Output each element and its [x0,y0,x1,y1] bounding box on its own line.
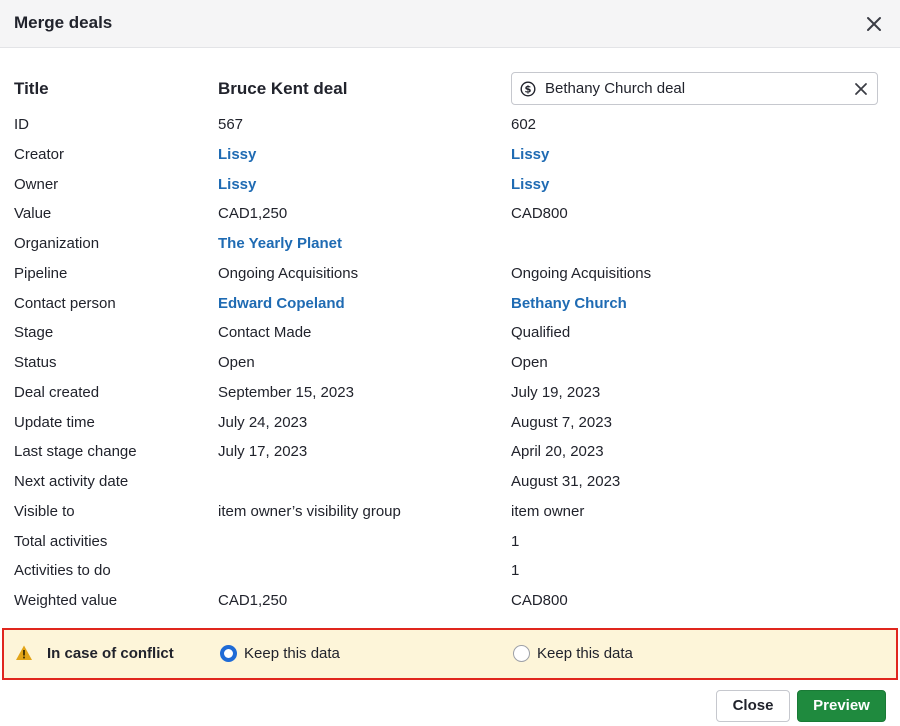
right-value: CAD800 [511,592,568,609]
field-row: Weighted value CAD1,250 CAD800 [0,586,900,616]
field-row: Last stage change July 17, 2023 April 20, … [0,437,900,467]
close-icon[interactable] [862,12,886,36]
field-label: Total activities [14,532,108,550]
keep-left-label: Keep this data [244,645,340,662]
left-value-link[interactable]: The Yearly Planet [218,229,342,259]
radio-unselected[interactable] [513,645,530,662]
field-label: Owner [14,175,59,193]
preview-button[interactable]: Preview [797,690,886,722]
right-value: Qualified [511,324,571,342]
field-row: Organization The Yearly Planet [0,229,900,259]
field-row: Pipeline Ongoing Acquisitions Ongoing Acqu… [0,259,900,289]
warning-icon [16,645,32,660]
field-label: Stage [14,324,54,342]
field-row: Contact person Edward Copeland Bethany Chu… [0,289,900,319]
field-row: Next activity date August 31, 2023 [0,467,900,497]
left-value-link[interactable]: Lissy [218,170,256,200]
close-button[interactable]: Close [716,690,790,722]
right-value: item owner [511,502,585,520]
dialog-header: Merge deals [0,0,900,48]
radio-selected[interactable] [220,645,237,662]
clear-icon[interactable] [852,80,870,98]
field-label: Deal created [14,383,100,401]
field-row: Status Open Open [0,348,900,378]
field-row: Update time July 24, 2023 August 7, 2023 [0,408,900,438]
left-value: Contact Made [218,324,312,342]
left-value: Ongoing Acquisitions [218,264,359,282]
right-value-link[interactable]: Lissy [511,170,549,200]
field-label: Visible to [14,502,75,520]
right-deal-value: Bethany Church deal [545,80,686,97]
field-label: Creator [14,145,65,163]
field-label: Organization [14,235,100,252]
field-header: Title [14,79,49,98]
field-label: ID [14,116,29,133]
right-value: August 7, 2023 [511,413,612,431]
field-label: Activities to do [14,562,111,580]
left-value: July 24, 2023 [218,413,308,431]
field-label: Next activity date [14,473,129,490]
field-label: Update time [14,413,95,431]
left-value: September 15, 2023 [218,383,354,401]
left-value: July 17, 2023 [218,443,308,461]
field-row: Visible to item owner’s visibility group i… [0,497,900,527]
field-label: Contact person [14,294,116,312]
field-row: Stage Contact Made Qualified [0,318,900,348]
field-row: Activities to do 1 [0,556,900,586]
right-value: April 20, 2023 [511,443,604,461]
field-row: Value CAD1,250 CAD800 [0,199,900,229]
field-row: Total activities 1 [0,527,900,557]
field-label: Pipeline [14,264,68,282]
left-value: CAD1,250 [218,205,288,223]
dialog-footer: Close Preview [0,682,900,726]
left-value: CAD1,250 [218,592,288,609]
left-value: 567 [218,116,244,133]
field-label: Weighted value [14,592,118,609]
field-row: Deal created September 15, 2023 July 19, 2… [0,378,900,408]
left-value: item owner’s visibility group [218,502,401,520]
left-deal-title: Bruce Kent deal [218,79,348,98]
keep-right-label: Keep this data [537,645,633,662]
left-value: Open [218,354,255,371]
conflict-bar: In case of conflict Keep this data Keep … [2,628,898,680]
right-deal-select[interactable]: $ Bethany Church deal [511,72,878,105]
field-row: ID 567 602 [0,110,900,140]
field-label: Last stage change [14,443,137,461]
left-value-link[interactable]: Lissy [218,140,256,170]
right-value: CAD800 [511,205,568,223]
field-row: Owner Lissy Lissy [0,170,900,200]
right-value: 1 [511,562,520,580]
field-label: Value [14,205,52,223]
dialog-title: Merge deals [14,13,113,32]
right-value: Ongoing Acquisitions [511,264,652,282]
left-value-link[interactable]: Edward Copeland [218,289,345,319]
field-row: Creator Lissy Lissy [0,140,900,170]
field-label: Status [14,354,57,371]
right-value: 1 [511,532,520,550]
right-value: 602 [511,116,537,133]
right-value: August 31, 2023 [511,473,621,490]
right-value: Open [511,354,548,371]
svg-text:$: $ [525,85,532,96]
conflict-label: In case of conflict [47,645,174,662]
right-value-link[interactable]: Bethany Church [511,289,627,319]
dollar-circle-icon: $ [520,81,536,97]
right-value-link[interactable]: Lissy [511,140,549,170]
right-value: July 19, 2023 [511,383,601,401]
